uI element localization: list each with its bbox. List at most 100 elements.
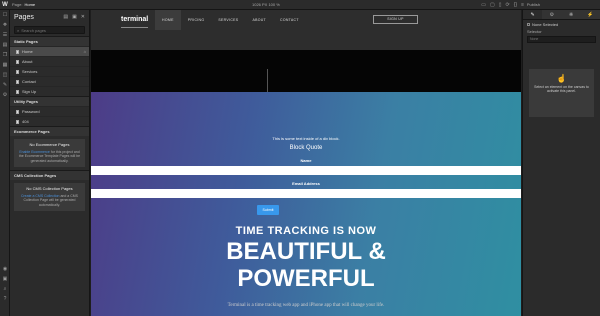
pages-panel-header: Pages ▤ ▣ ✕ [10, 10, 89, 24]
new-page-icon[interactable]: ▣ [72, 14, 77, 20]
style-panel: ✎ ⚙ ❋ ⚡ None Selected Selector None ☝ Se… [522, 10, 600, 316]
search-icon: ⌕ [17, 27, 20, 33]
cms-empty-state: No CMS Collection Pages Create a CMS Col… [14, 183, 85, 211]
ecommerce-pages-section[interactable]: Ecommerce Pages [10, 126, 89, 136]
pages-panel: Pages ▤ ▣ ✕ ⌕ Static Pages Home ⌂ About S… [10, 10, 90, 316]
static-pages-section[interactable]: Static Pages [10, 36, 89, 46]
cms-icon[interactable]: ❐ [0, 50, 10, 60]
nav-link-home[interactable]: HOME [155, 10, 181, 30]
selection-status: None Selected [523, 20, 600, 29]
settings-tab-icon[interactable]: ⚙ [542, 10, 561, 19]
page-item-label: About [22, 58, 33, 64]
design-canvas[interactable]: terminal HOME PRICING SERVICES ABOUT CON… [91, 10, 521, 316]
edit-icon[interactable]: ✎ [0, 80, 10, 90]
new-folder-icon[interactable]: ▤ [63, 14, 68, 20]
hero-heading-line-1[interactable]: BEAUTIFUL & [91, 238, 521, 266]
cms-pages-section[interactable]: CMS Collection Pages [10, 170, 89, 180]
toolbar-icons: ▭ ▢ ▯ ⟳ {} ≡ [481, 2, 524, 8]
signup-button[interactable]: SIGN UP [373, 15, 418, 24]
webflow-logo[interactable]: W [0, 2, 10, 8]
assets-icon[interactable]: ◫ [0, 70, 10, 80]
nav-link-services[interactable]: SERVICES [211, 10, 245, 30]
tablet-icon[interactable]: ▯ [499, 2, 502, 8]
preview-icon[interactable]: ▢ [490, 2, 495, 8]
page-name[interactable]: Home [24, 2, 35, 7]
nav-link-pricing[interactable]: PRICING [181, 10, 212, 30]
code-icon[interactable]: {} [514, 2, 517, 8]
nav-link-about[interactable]: ABOUT [245, 10, 273, 30]
page-icon [16, 79, 19, 84]
page-item-404[interactable]: 404 [10, 116, 89, 126]
selector-field[interactable]: None [527, 36, 596, 43]
page-item-about[interactable]: About [10, 56, 89, 66]
pages-icon[interactable]: ▤ [0, 40, 10, 50]
submit-button[interactable]: Submit [257, 205, 279, 215]
page-item-password[interactable]: Password [10, 106, 89, 116]
publish-button[interactable]: Publish [527, 2, 540, 7]
page-item-home[interactable]: Home ⌂ [10, 46, 89, 56]
page-item-contact[interactable]: Contact [10, 76, 89, 86]
page-item-label: Contact [22, 78, 36, 84]
settings-icon[interactable]: ⚙ [0, 90, 10, 100]
empty-section[interactable] [91, 50, 521, 95]
cursor-icon: ☝ [556, 74, 567, 83]
ecommerce-empty-title: No Ecommerce Pages [29, 142, 70, 147]
add-element-icon[interactable]: ☐ [0, 10, 10, 20]
nav-link-contact[interactable]: CONTACT [273, 10, 306, 30]
style-tab-icon[interactable]: ✎ [523, 10, 543, 19]
page-item-sign-up[interactable]: Sign Up [10, 86, 89, 96]
close-icon[interactable]: ✕ [81, 14, 85, 20]
navigator-icon[interactable]: ☰ [0, 30, 10, 40]
hero-subheading[interactable]: TIME TRACKING IS NOW [91, 225, 521, 237]
hero-paragraph[interactable]: Terminal is a time tracking web app and … [91, 303, 521, 308]
symbols-icon[interactable]: ❖ [0, 20, 10, 30]
top-bar: W Page: Home 1026 PX 100 % ▭ ▢ ▯ ⟳ {} ≡ … [0, 0, 600, 10]
page-icon [16, 89, 19, 94]
empty-panel-hint: ☝ Select an element on the canvas to act… [529, 69, 594, 117]
ecommerce-icon[interactable]: ▦ [0, 60, 10, 70]
site-navbar[interactable]: terminal HOME PRICING SERVICES ABOUT CON… [91, 10, 521, 50]
desktop-icon[interactable]: ▭ [481, 2, 486, 8]
page-item-label: Home [22, 48, 33, 54]
menu-icon[interactable]: ≡ [521, 2, 524, 8]
cms-empty-title: No CMS Collection Pages [26, 186, 73, 191]
name-label: Name [300, 158, 312, 163]
text-block[interactable]: This is some text inside of a div block. [91, 136, 521, 141]
page-icon [16, 109, 19, 114]
site-brand[interactable]: terminal [121, 16, 148, 23]
canvas-dimensions: 1026 PX 100 % [252, 2, 280, 7]
home-icon: ⌂ [83, 48, 86, 54]
page-item-services[interactable]: Services [10, 66, 89, 76]
email-input[interactable] [91, 189, 521, 198]
checkbox-icon [527, 23, 530, 26]
brand-underline [121, 27, 148, 28]
pages-search[interactable]: ⌕ [14, 26, 85, 34]
utility-pages-section[interactable]: Utility Pages [10, 96, 89, 106]
block-quote[interactable]: Block Quote [91, 145, 521, 151]
ecommerce-empty-state: No Ecommerce Pages Enable Ecommerce for … [14, 139, 85, 167]
enable-ecommerce-link[interactable]: Enable Ecommerce [19, 150, 50, 154]
page-icon [16, 49, 19, 54]
selector-label: Selector [527, 29, 542, 34]
undo-icon[interactable]: ⟳ [506, 2, 510, 8]
help-icon[interactable]: ? [0, 294, 10, 304]
page-icon [16, 69, 19, 74]
rail-spacer [0, 100, 10, 264]
hero-heading-line-2[interactable]: POWERFUL [91, 265, 521, 293]
name-input[interactable] [91, 166, 521, 175]
search-icon[interactable]: ⌕ [0, 284, 10, 294]
style-panel-tabs: ✎ ⚙ ❋ ⚡ [523, 10, 600, 20]
page-label: Page: [12, 2, 23, 7]
hero-section[interactable]: This is some text inside of a div block.… [91, 92, 521, 316]
style-manager-tab-icon[interactable]: ❋ [562, 10, 581, 19]
left-tool-rail: ☐ ❖ ☰ ▤ ❐ ▦ ◫ ✎ ⚙ ◉ ▣ ⌕ ? [0, 10, 10, 316]
email-label: Email Address [292, 181, 320, 186]
create-cms-collection-link[interactable]: Create a CMS Collection [21, 194, 60, 198]
page-icon [16, 119, 19, 124]
interactions-tab-icon[interactable]: ⚡ [581, 10, 600, 19]
audit-icon[interactable]: ◉ [0, 264, 10, 274]
pages-search-input[interactable] [21, 27, 82, 33]
page-icon [16, 59, 19, 64]
layout-icon[interactable]: ▣ [0, 274, 10, 284]
page-item-label: Password [22, 108, 40, 114]
